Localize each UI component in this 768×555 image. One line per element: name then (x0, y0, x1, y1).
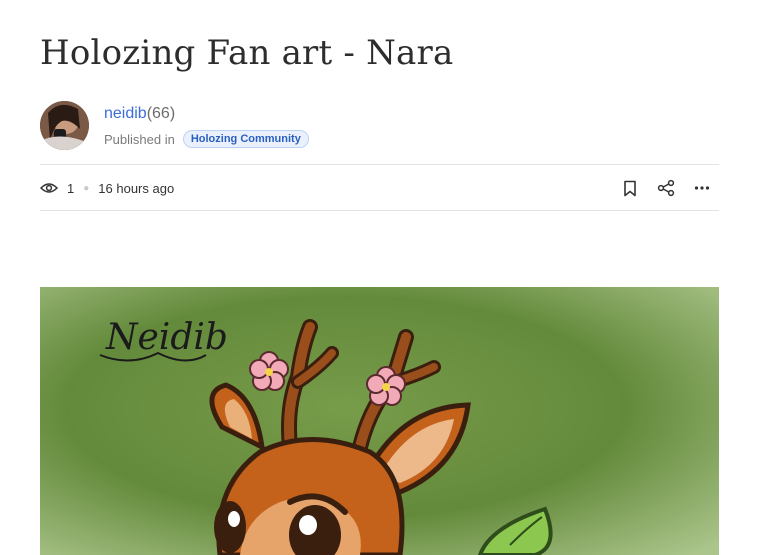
share-icon (657, 179, 675, 197)
author-line: neidib(66) (104, 105, 175, 123)
view-count: 1 (67, 180, 75, 196)
more-horizontal-icon (694, 186, 710, 190)
post-image-nara-fanart[interactable]: Neidib (40, 287, 719, 555)
published-in-row: Published in Holozing Community (104, 130, 309, 148)
bookmark-button[interactable] (619, 177, 641, 199)
author-name-link[interactable]: neidib (104, 105, 147, 122)
divider-top (40, 164, 719, 165)
bookmark-icon (624, 180, 636, 196)
author-reputation: (66) (146, 105, 176, 122)
share-button[interactable] (655, 177, 677, 199)
author-avatar[interactable] (40, 101, 89, 150)
artist-signature: Neidib (105, 317, 228, 358)
published-in-label: Published in (104, 131, 175, 147)
post-title: Holozing Fan art - Nara (40, 33, 454, 73)
eye-icon (40, 181, 58, 195)
community-badge[interactable]: Holozing Community (182, 130, 309, 148)
divider-bottom (40, 210, 719, 211)
separator-dot: ● (83, 182, 90, 194)
post-stats: 1 ● 16 hours ago (40, 178, 174, 198)
more-options-button[interactable] (691, 177, 713, 199)
post-time: 16 hours ago (98, 180, 175, 196)
